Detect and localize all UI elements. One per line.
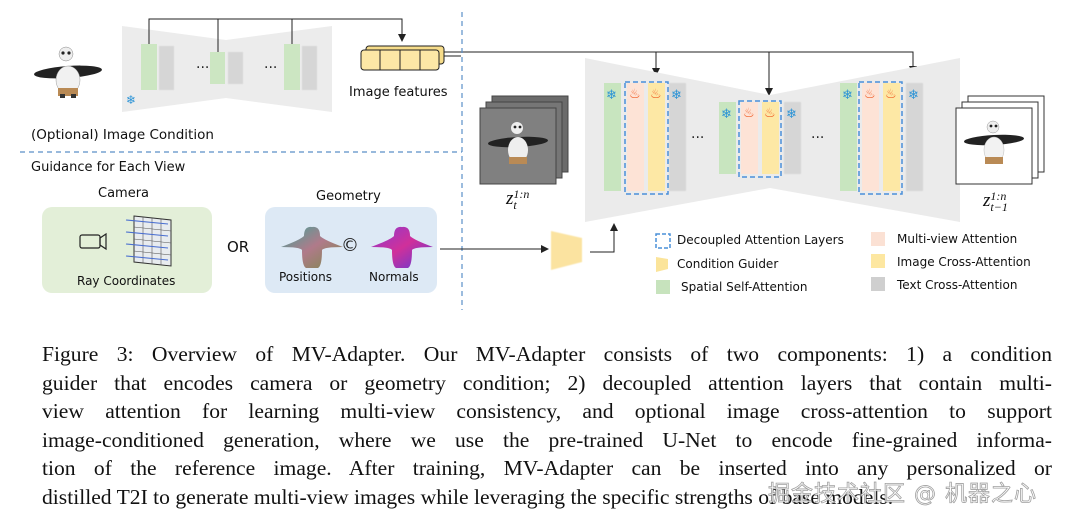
latent-indices: 1:n t [513, 188, 529, 212]
panda-reference-image [34, 46, 102, 98]
fire-icon: ♨ [743, 105, 755, 120]
latent-indices: 1:n t−1 [990, 190, 1008, 214]
image-condition-label: (Optional) Image Condition [31, 127, 214, 143]
image-features-label: Image features [349, 85, 448, 100]
positions-label: Positions [279, 270, 332, 284]
legend-swatch-decoupled [655, 233, 671, 249]
legend-swatch-imagecross [871, 254, 885, 268]
ellipsis: ··· [691, 130, 704, 146]
snowflake-icon: ❄ [606, 87, 617, 102]
legend-label-imagecross: Image Cross-Attention [897, 255, 1031, 269]
geometry-title: Geometry [316, 189, 381, 204]
connector-line [590, 223, 618, 253]
legend-swatch-spatial [656, 280, 670, 294]
caption-line: image-conditioned generation, where we u… [42, 427, 1052, 452]
text-cross-attn-block [302, 46, 317, 90]
spatial-self-attn-block [284, 44, 300, 90]
ellipsis: ··· [811, 130, 824, 146]
legend-swatch-guider [656, 257, 668, 272]
fire-icon: ♨ [864, 86, 876, 101]
snowflake-icon: ❄ [126, 93, 136, 107]
concat-symbol: © [341, 235, 359, 256]
or-label: OR [227, 238, 250, 256]
watermark: 掘金技术社区 @ 机器之心 [768, 482, 1037, 508]
ray-coordinates-label: Ray Coordinates [77, 274, 176, 288]
input-latent-label: z1:n t [506, 188, 529, 211]
snowflake-icon: ❄ [908, 87, 919, 102]
camera-title: Camera [98, 186, 150, 201]
latent-symbol: z [506, 188, 514, 209]
caption-line: Figure 3: Overview of MV-Adapter. Our MV… [42, 342, 1052, 366]
fire-icon: ♨ [650, 86, 662, 101]
caption-line: view attention for learning multi-view c… [42, 399, 1052, 424]
text-cross-attn-block [159, 46, 174, 90]
snowflake-icon: ❄ [721, 106, 732, 121]
image-features-stack [360, 45, 445, 71]
legend-label-multiview: Multi-view Attention [897, 232, 1018, 246]
guidance-section-title: Guidance for Each View [31, 160, 186, 175]
legend-label-decoupled: Decoupled Attention Layers [677, 233, 844, 247]
latent-symbol: z [983, 190, 991, 211]
output-latent-label: z1:n t−1 [983, 190, 1008, 213]
condition-guider [551, 231, 582, 270]
fire-icon: ♨ [885, 86, 897, 101]
legend-swatch-textcross [871, 277, 885, 291]
legend-swatch-multiview [871, 232, 885, 246]
latent-subscript: t−1 [990, 199, 1008, 214]
input-latent-stack [479, 95, 569, 185]
ellipsis: ··· [264, 60, 277, 76]
legend-label-guider: Condition Guider [677, 257, 779, 271]
text-cross-attn-block [228, 52, 243, 84]
caption-line: guider that encodes camera or geometry c… [42, 370, 1052, 395]
fire-icon: ♨ [764, 105, 776, 120]
normals-label: Normals [369, 270, 419, 284]
figure-diagram: ··· ··· ❄ © ··· ··· ❄ ♨ ♨ ❄ ❄ ♨ ♨ ❄ ❄ ♨ … [0, 0, 1067, 320]
spatial-self-attn-block [141, 44, 157, 90]
ellipsis: ··· [196, 60, 209, 76]
snowflake-icon: ❄ [842, 87, 853, 102]
snowflake-icon: ❄ [671, 87, 682, 102]
fire-icon: ♨ [629, 86, 641, 101]
spatial-self-attn-block [210, 52, 225, 84]
legend-label-textcross: Text Cross-Attention [897, 278, 1018, 292]
latent-subscript: t [513, 197, 517, 212]
snowflake-icon: ❄ [786, 106, 797, 121]
legend-label-spatial: Spatial Self-Attention [681, 280, 808, 294]
output-latent-stack [955, 95, 1045, 185]
image-encoder-unet: ··· ··· ❄ [122, 26, 332, 112]
